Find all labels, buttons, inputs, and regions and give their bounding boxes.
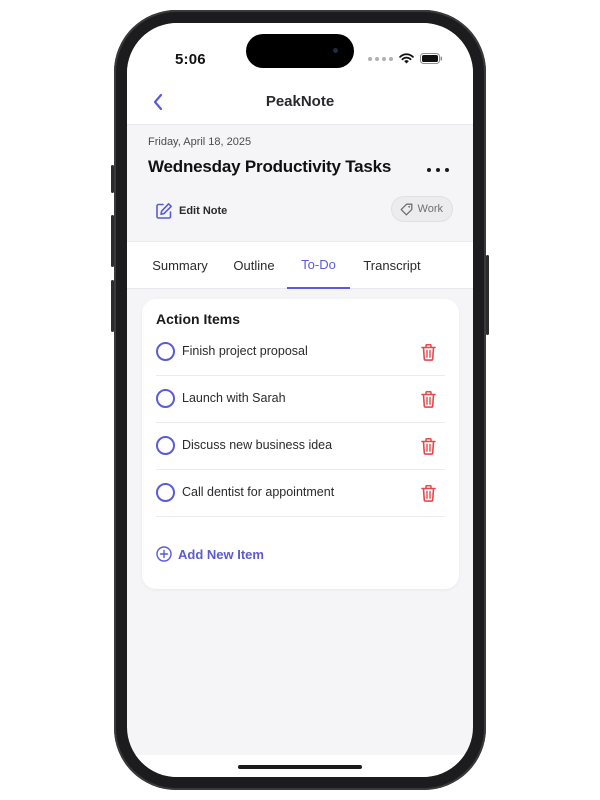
todo-checkbox[interactable]	[156, 483, 175, 502]
plus-circle-icon	[156, 546, 172, 562]
tab-outline[interactable]: Outline	[225, 242, 283, 289]
delete-item-button[interactable]	[419, 436, 437, 456]
todo-item: Discuss new business idea	[156, 423, 445, 470]
trash-icon	[420, 437, 436, 455]
phone-frame: 5:06 PeakNote Friday, April 18, 2025 Wed…	[111, 10, 489, 790]
todo-text: Discuss new business idea	[182, 438, 333, 452]
tab-transcript[interactable]: Transcript	[355, 242, 429, 289]
todo-item: Launch with Sarah	[156, 376, 445, 423]
tag-chip[interactable]: Work	[390, 196, 453, 222]
note-title: Wednesday Productivity Tasks	[148, 157, 392, 176]
status-bar: 5:06	[127, 23, 473, 79]
edit-note-label: Edit Note	[179, 205, 228, 217]
todo-checkbox[interactable]	[156, 436, 175, 455]
action-button	[111, 165, 114, 193]
note-header: Friday, April 18, 2025 Wednesday Product…	[127, 126, 473, 240]
nav-title: PeakNote	[265, 93, 335, 110]
home-indicator[interactable]	[238, 765, 362, 769]
todo-text: Call dentist for appointment	[182, 485, 335, 499]
tab-summary[interactable]: Summary	[141, 242, 219, 289]
edit-note-button[interactable]: Edit Note	[155, 200, 227, 222]
more-options-button[interactable]	[427, 164, 449, 176]
wifi-icon	[399, 53, 414, 64]
todo-checkbox[interactable]	[156, 342, 175, 361]
navigation-bar: PeakNote	[127, 79, 473, 125]
todo-text: Launch with Sarah	[182, 391, 286, 405]
add-new-item-label: Add New Item	[178, 546, 264, 562]
tab-bar: Summary Outline To-Do Transcript	[127, 241, 473, 289]
status-time: 5:06	[175, 51, 206, 68]
todo-checkbox[interactable]	[156, 389, 175, 408]
todo-text: Finish project proposal	[182, 344, 308, 358]
note-date: Friday, April 18, 2025	[148, 136, 252, 148]
delete-item-button[interactable]	[419, 389, 437, 409]
delete-item-button[interactable]	[419, 483, 437, 503]
status-icons	[368, 53, 443, 64]
trash-icon	[420, 390, 436, 408]
add-new-item-button[interactable]: Add New Item	[156, 543, 264, 565]
volume-up-button	[111, 215, 114, 267]
ellipsis-icon	[427, 168, 431, 172]
todo-item: Finish project proposal	[156, 329, 445, 376]
signal-icon	[368, 56, 393, 61]
edit-note-icon	[156, 203, 172, 219]
tab-to-do[interactable]: To-Do	[287, 242, 350, 289]
action-items-title: Action Items	[156, 311, 241, 327]
power-button	[486, 255, 489, 335]
tag-label: Work	[417, 203, 443, 215]
trash-icon	[420, 484, 436, 502]
dynamic-island	[246, 34, 354, 68]
tag-icon	[400, 203, 412, 215]
volume-down-button	[111, 280, 114, 332]
battery-icon	[420, 53, 443, 64]
trash-icon	[420, 343, 436, 361]
delete-item-button[interactable]	[419, 342, 437, 362]
screen: 5:06 PeakNote Friday, April 18, 2025 Wed…	[127, 23, 473, 777]
todo-item: Call dentist for appointment	[156, 470, 445, 517]
action-items-card: Action Items Finish project proposal Lau…	[142, 299, 459, 589]
